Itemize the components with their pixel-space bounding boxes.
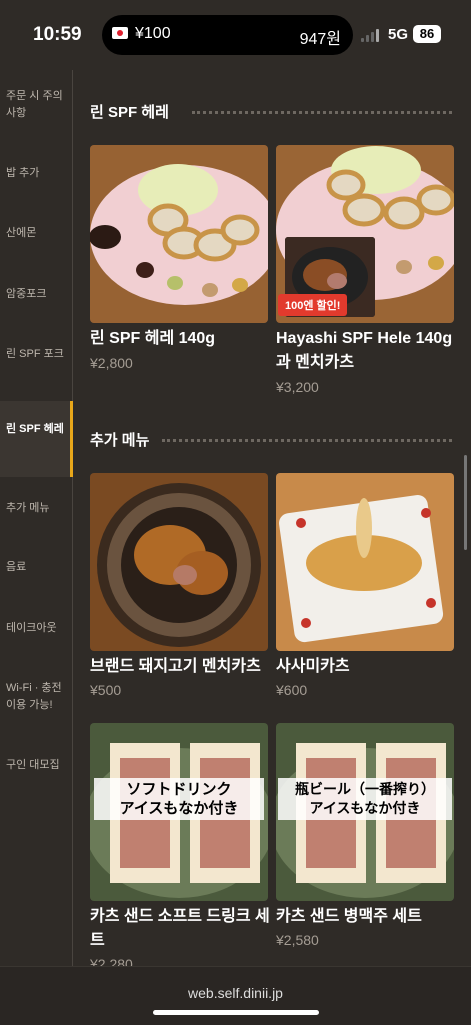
product-name[interactable]: Hayashi SPF Hele 140g과 멘치카츠: [276, 327, 458, 375]
currency-price: ¥100: [135, 25, 171, 42]
section-title-lean-spf-hire: 린 SPF 헤레: [90, 104, 169, 121]
sidebar-item-rice[interactable]: 밥 추가: [0, 165, 70, 182]
product-price: ¥2,800: [90, 355, 133, 371]
signal-icon: [361, 28, 383, 42]
product-price: ¥2,580: [276, 932, 319, 948]
sidebar-item-amjung-pork[interactable]: 암중포크: [0, 286, 70, 303]
product-name[interactable]: 사사미카츠: [276, 655, 458, 679]
product-price: ¥2,280: [90, 956, 133, 966]
sidebar-item-wifi[interactable]: Wi-Fi · 충전 이용 가능!: [0, 680, 70, 714]
product-image-katsu-sand-soft-drink[interactable]: ソフトドリンク アイスもなか付き: [90, 723, 268, 901]
product-name[interactable]: 카츠 샌드 소프트 드링크 세트: [90, 905, 272, 953]
section-divider: [162, 439, 452, 442]
product-price: ¥500: [90, 682, 122, 698]
browser-url-bar[interactable]: web.self.dinii.jp: [0, 966, 471, 1025]
currency-won: 947원: [299, 31, 341, 48]
japan-flag-icon: [112, 27, 128, 39]
battery-icon: 86: [413, 25, 441, 43]
url-text[interactable]: web.self.dinii.jp: [0, 985, 471, 1001]
product-image-sasami-katsu[interactable]: [276, 473, 454, 651]
product-name[interactable]: 브랜드 돼지고기 멘치카츠: [90, 655, 272, 679]
category-sidebar: 주문 시 주의사항 밥 추가 산에몬 암중포크 린 SPF 포크 린 SPF 헤…: [0, 70, 73, 966]
sidebar-item-lean-spf-pork[interactable]: 린 SPF 포크: [0, 346, 70, 363]
sidebar-item-extra-menu[interactable]: 추가 메뉴: [0, 500, 70, 517]
network-label: 5G: [388, 26, 409, 43]
menu-content: 린 SPF 헤레 린 SPF 헤레 140g ¥2,800 100엔 할인! H…: [72, 70, 471, 966]
product-image-hire-140[interactable]: [90, 145, 268, 323]
image-overlay-text: 瓶ビール（一番搾り） アイスもなか付き: [278, 778, 452, 820]
discount-badge: 100엔 할인!: [278, 294, 348, 316]
product-name[interactable]: 카츠 샌드 병맥주 세트: [276, 905, 458, 929]
product-image-katsu-sand-beer[interactable]: 瓶ビール（一番搾り） アイスもなか付き: [276, 723, 454, 901]
sidebar-item-sanemon[interactable]: 산에몬: [0, 225, 70, 242]
sidebar-item-lean-spf-hire[interactable]: 린 SPF 헤레: [0, 401, 73, 477]
dynamic-island-pill: ¥100 947원: [102, 15, 353, 55]
section-divider: [192, 111, 452, 114]
scrollbar[interactable]: [464, 455, 467, 550]
home-indicator[interactable]: [153, 1010, 319, 1015]
product-price: ¥600: [276, 682, 308, 698]
sidebar-item-takeout[interactable]: 테이크아웃: [0, 620, 70, 637]
sidebar-item-notes[interactable]: 주문 시 주의사항: [0, 88, 70, 122]
product-image-menchi-katsu[interactable]: [90, 473, 268, 651]
product-name[interactable]: 린 SPF 헤레 140g: [90, 327, 272, 351]
product-image-hire-menchi[interactable]: 100엔 할인!: [276, 145, 454, 323]
product-price: ¥3,200: [276, 379, 319, 395]
sidebar-item-hiring[interactable]: 구인 대모집: [0, 757, 70, 774]
status-bar: 10:59 ¥100 947원 5G 86: [0, 0, 471, 70]
clock: 10:59: [33, 24, 82, 45]
image-overlay-text: ソフトドリンク アイスもなか付き: [94, 778, 264, 820]
section-title-extra-menu: 추가 메뉴: [90, 432, 150, 449]
sidebar-item-drinks[interactable]: 음료: [0, 559, 70, 576]
